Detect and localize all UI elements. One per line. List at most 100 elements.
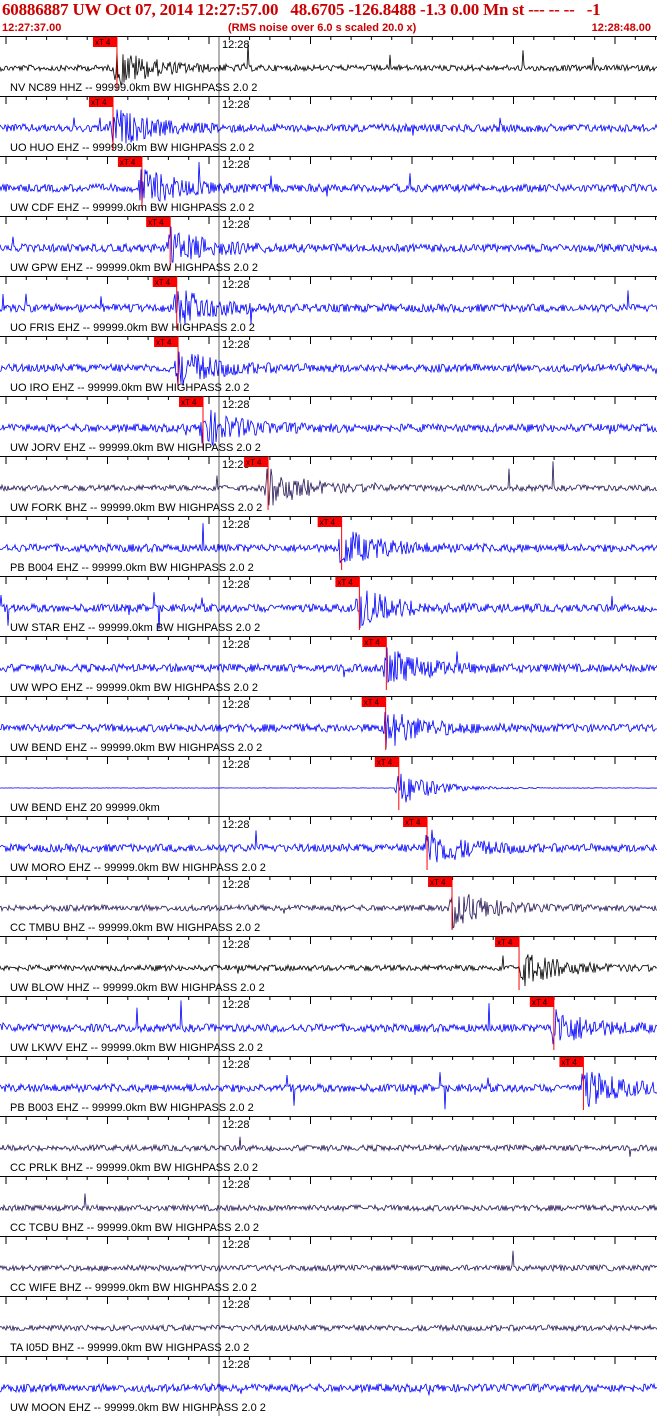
trace-row: 12:28 UW MOON EHZ -- 99999.0km BW HIGHPAS… [0,1356,657,1416]
start-time: 12:27:37.00 [2,22,62,34]
trace-row: 12:28 xT 4 UW BLOW HHZ -- 99999.0km BW HIG… [0,936,657,996]
waveform [0,409,657,447]
waveform [0,829,657,863]
header: 60886887 UW Oct 07, 2014 12:27:57.00 48.… [0,0,657,36]
minute-label: 12:28 [222,39,250,51]
minute-label: 12:28 [222,1239,250,1251]
pick-label: xT 4 [430,878,446,887]
waveform [0,461,657,506]
waveform [0,109,657,145]
pick-label: xT 4 [91,98,107,107]
station-label: UO HUO EHZ -- 99999.0km BW HIGHPASS 2.0 … [10,142,254,154]
station-label: UW BLOW HHZ -- 99999.0km BW HIGHPASS 2.0… [10,982,265,994]
minute-label: 12:28 [222,759,250,771]
minute-label: 12:28 [222,1059,250,1071]
pick-label: xT 4 [405,818,421,827]
pick-label: xT 4 [364,698,380,707]
station-label: TA I05D BHZ -- 99999.0km BW HIGHPASS 2.0… [10,1342,249,1354]
waveform [0,290,657,325]
pick-label: xT 4 [156,338,172,347]
station-label: UW BEND EHZ 20 99999.0km [10,802,160,814]
station-label: UW LKWV EHZ -- 99999.0km BW HIGHPASS 2.0… [10,1042,263,1054]
station-label: UW MOON EHZ -- 99999.0km BW HIGHPASS 2.0… [10,1402,266,1414]
minute-label: 12:28 [222,219,250,231]
rms-note: (RMS noise over 6.0 s scaled 20.0 x) [228,22,417,34]
pick-label: xT 4 [148,218,164,227]
waveform [0,1193,657,1213]
pick-label: xT 4 [181,398,197,407]
minute-label: 12:28 [222,639,250,651]
trace-row: 12:28 xT 4 PB B003 EHZ -- 99999.0km BW HIG… [0,1056,657,1116]
waveform [0,1136,657,1157]
trace-row: 12:28 xT 4 UO IRO EHZ -- 99999.0km BW HIGH… [0,336,657,396]
station-label: UW STAR EHZ -- 99999.0km BW HIGHPASS 2.0… [10,622,260,634]
waveform [0,1323,657,1333]
pick-label: xT 4 [246,458,262,467]
trace-row: 12:28 xT 4 UW LKWV EHZ -- 99999.0km BW HIG… [0,996,657,1056]
trace-row: 12:28 xT 4 UW GPW EHZ -- 99999.0km BW HIGH… [0,216,657,276]
waveform [0,773,657,803]
trace-row: 12:28 xT 4 PB B004 EHZ -- 99999.0km BW HIG… [0,516,657,576]
station-label: UW MORO EHZ -- 99999.0km BW HIGHPASS 2.0… [10,862,266,874]
station-label: NV NC89 HHZ -- 99999.0km BW HIGHPASS 2.0… [10,82,257,94]
waveform [0,647,657,684]
minute-label: 12:28 [222,339,250,351]
trace-row: 12:28 CC PRLK BHZ -- 99999.0km BW HIGHPAS… [0,1116,657,1176]
pick-label: xT 4 [120,158,136,167]
minute-label: 12:28 [222,519,250,531]
minute-label: 12:28 [222,1119,250,1131]
minute-label: 12:28 [222,99,250,111]
trace-row: 12:28 xT 4 UO FRIS EHZ -- 99999.0km BW HIG… [0,276,657,336]
station-label: CC TCBU BHZ -- 99999.0km BW HIGHPASS 2.0… [10,1222,259,1234]
station-label: CC WIFE BHZ -- 99999.0km BW HIGHPASS 2.0… [10,1282,257,1294]
pick-label: xT 4 [561,1058,577,1067]
station-label: UO IRO EHZ -- 99999.0km BW HIGHPASS 2.0 … [10,382,249,394]
trace-row: 12:28 xT 4 UW CDF EHZ -- 99999.0km BW HIGH… [0,156,657,216]
minute-label: 12:28 [222,579,250,591]
station-label: UW CDF EHZ -- 99999.0km BW HIGHPASS 2.0 … [10,202,254,214]
station-label: UW FORK BHZ -- 99999.0km BW HIGHPASS 2.0… [10,502,262,514]
trace-row: 12:28 xT 4 UW WPO EHZ -- 99999.0km BW HIGH… [0,636,657,696]
trace-row: 12:28 xT 4 NV NC89 HHZ -- 99999.0km BW HIG… [0,36,657,96]
trace-row: 12:28 xT 4 CC TMBU BHZ -- 99999.0km BW HIG… [0,876,657,936]
station-label: UO FRIS EHZ -- 99999.0km BW HIGHPASS 2.0… [10,322,255,334]
minute-label: 12:28 [222,159,250,171]
station-label: CC TMBU BHZ -- 99999.0km BW HIGHPASS 2.0… [10,922,260,934]
event-title: 60886887 UW Oct 07, 2014 12:27:57.00 48.… [2,0,601,19]
pick-label: xT 4 [95,38,111,47]
minute-label: 12:28 [222,999,250,1011]
trace-row: 12:28 CC WIFE BHZ -- 99999.0km BW HIGHPAS… [0,1236,657,1296]
waveform [0,1382,657,1396]
minute-label: 12:28 [222,879,250,891]
waveform [0,1000,657,1045]
minute-label: 12:28 [222,819,250,831]
end-time: 12:28:48.00 [591,22,651,34]
waveform [0,161,657,205]
pick-label: xT 4 [364,638,380,647]
trace-row: 12:28 xT 4 UO HUO EHZ -- 99999.0km BW HIGH… [0,96,657,156]
seismogram-panel: 12:28 xT 4 NV NC89 HHZ -- 99999.0km BW HIG… [0,36,657,1416]
waveform [0,523,657,564]
trace-row: 12:28xT 4UW FORK BHZ -- 99999.0km BW HIG… [0,456,657,516]
minute-label: 12:28 [222,399,250,411]
pick-label: xT 4 [320,518,336,527]
trace-row: 12:28 xT 4 UW JORV EHZ -- 99999.0km BW HIG… [0,396,657,456]
pick-label: xT 4 [337,578,353,587]
waveform [0,43,657,87]
trace-row: 12:28 xT 4 UW BEND EHZ -- 99999.0km BW HIG… [0,696,657,756]
station-label: UW GPW EHZ -- 99999.0km BW HIGHPASS 2.0 … [10,262,258,274]
minute-label: 12:28 [222,939,250,951]
trace-row: 12:28 TA I05D BHZ -- 99999.0km BW HIGHPAS… [0,1296,657,1356]
trace-row: 12:28 xT 4 UW MORO EHZ -- 99999.0km BW HIG… [0,816,657,876]
minute-label: 12:28 [222,1179,250,1191]
station-label: PB B004 EHZ -- 99999.0km BW HIGHPASS 2.0… [10,562,254,574]
pick-label: xT 4 [155,278,171,287]
trace-row: 12:28 xT 4 UW STAR EHZ -- 99999.0km BW HIG… [0,576,657,636]
pick-label: xT 4 [377,758,393,767]
minute-label: 12:28 [222,1299,250,1311]
station-label: UW BEND EHZ -- 99999.0km BW HIGHPASS 2.0… [10,742,262,754]
minute-label: 12:28 [222,279,250,291]
waveform [0,1250,657,1273]
trace-row: 12:28 CC TCBU BHZ -- 99999.0km BW HIGHPAS… [0,1176,657,1236]
minute-label: 12:28 [222,699,250,711]
